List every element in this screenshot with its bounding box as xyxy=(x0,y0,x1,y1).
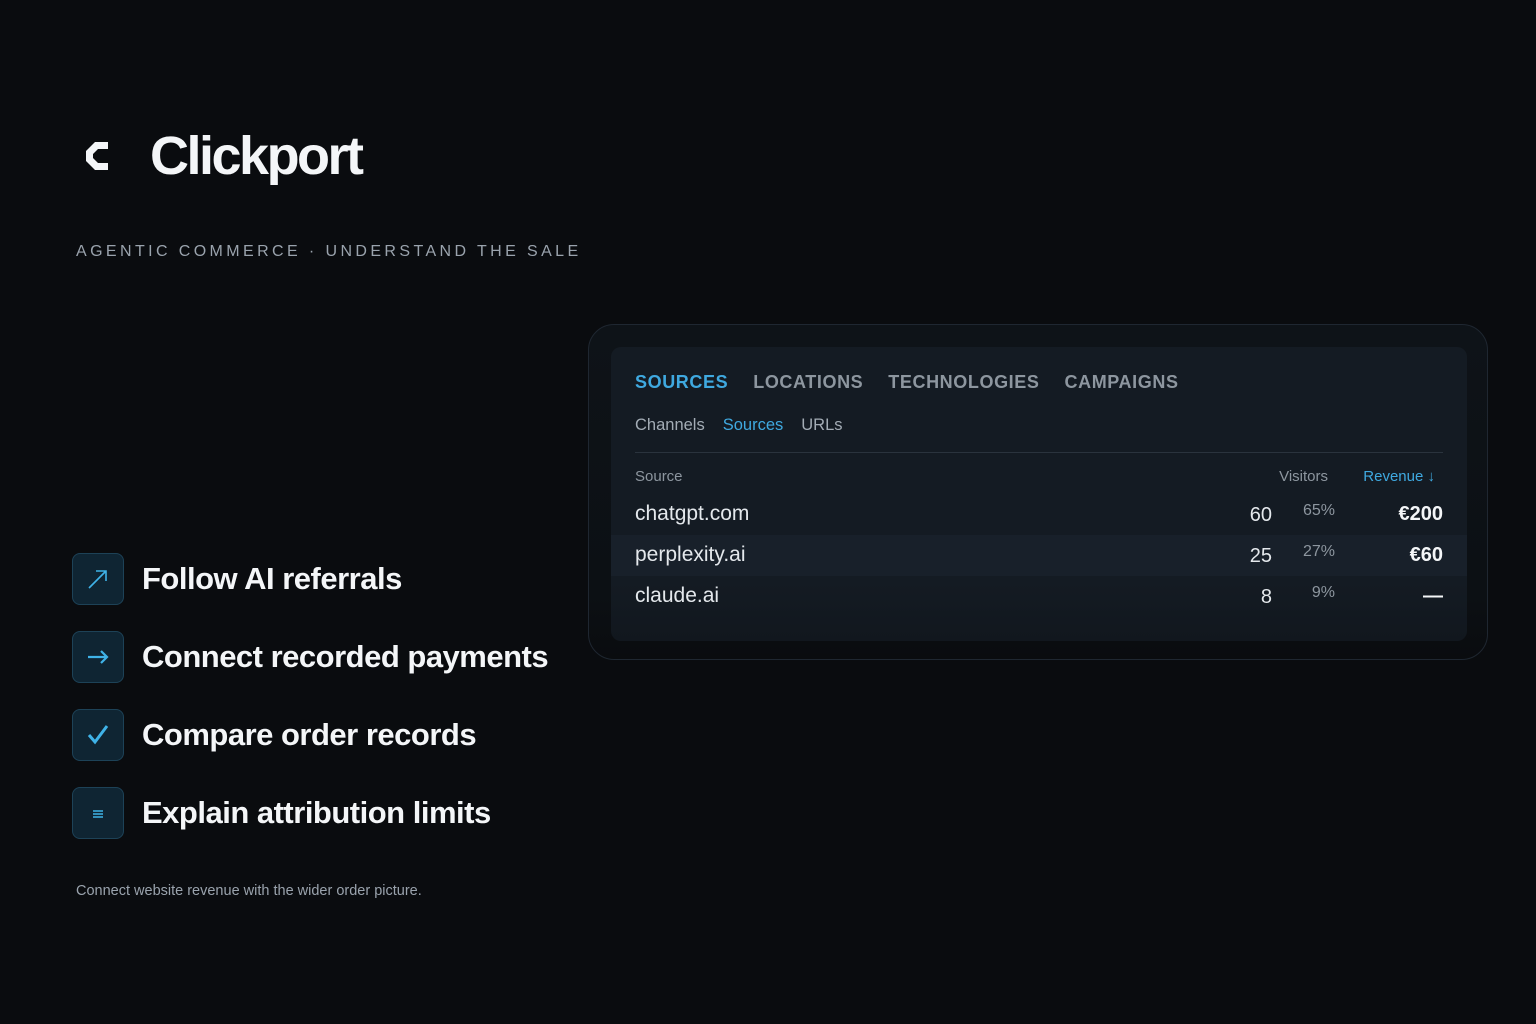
divider xyxy=(635,452,1443,453)
feature-list: Follow AI referrals Connect recorded pay… xyxy=(72,553,549,865)
cell-revenue: — xyxy=(1423,585,1443,607)
tagline: AGENTIC COMMERCE · UNDERSTAND THE SALE xyxy=(76,243,582,260)
cell-source: perplexity.ai xyxy=(635,543,746,566)
feature-label: Compare order records xyxy=(142,717,477,752)
cell-source: chatgpt.com xyxy=(635,502,750,525)
check-icon xyxy=(72,709,124,761)
analytics-panel: SOURCES LOCATIONS TECHNOLOGIES CAMPAIGNS… xyxy=(611,347,1467,641)
cell-revenue: €200 xyxy=(1398,503,1444,525)
tab-technologies[interactable]: TECHNOLOGIES xyxy=(888,372,1039,393)
tab-locations[interactable]: LOCATIONS xyxy=(753,372,863,393)
table-header: Source Visitors Revenue ↓ xyxy=(635,468,1443,490)
feature-item: Explain attribution limits xyxy=(72,787,548,839)
cell-percentage: 65% xyxy=(1302,502,1335,519)
cell-revenue: €60 xyxy=(1409,544,1443,566)
subtab-sources[interactable]: Sources xyxy=(723,416,784,435)
tab-campaigns[interactable]: CAMPAIGNS xyxy=(1065,372,1179,393)
column-header-source: Source xyxy=(635,468,683,485)
clickport-logo-icon xyxy=(86,142,108,170)
column-header-visitors[interactable]: Visitors xyxy=(1279,468,1328,485)
brand: Clickport xyxy=(78,126,364,186)
table-row[interactable]: claude.ai 8 9% — xyxy=(611,576,1467,617)
cell-visitors: 8 xyxy=(1260,586,1272,608)
page: Clickport AGENTIC COMMERCE · UNDERSTAND … xyxy=(0,0,1536,1024)
analytics-panel-frame: SOURCES LOCATIONS TECHNOLOGIES CAMPAIGNS… xyxy=(588,324,1488,660)
column-header-revenue[interactable]: Revenue ↓ xyxy=(1363,468,1435,485)
list-icon xyxy=(72,787,124,839)
arrow-up-right-icon xyxy=(72,553,124,605)
subtab-bar: Channels Sources URLs xyxy=(635,416,861,435)
cell-visitors: 60 xyxy=(1249,504,1272,526)
subtab-urls[interactable]: URLs xyxy=(801,416,842,435)
cell-source: claude.ai xyxy=(635,584,720,607)
table-body: chatgpt.com 60 65% €200 perplexity.ai 25… xyxy=(611,494,1467,617)
cell-visitors: 25 xyxy=(1249,545,1272,567)
feature-item: Connect recorded payments xyxy=(72,631,549,683)
table-row[interactable]: perplexity.ai 25 27% €60 xyxy=(611,535,1467,576)
feature-item: Compare order records xyxy=(72,709,548,761)
cell-percentage: 27% xyxy=(1302,543,1335,560)
tab-sources[interactable]: SOURCES xyxy=(635,372,728,393)
table-row[interactable]: chatgpt.com 60 65% €200 xyxy=(611,494,1467,535)
footnote: Connect website revenue with the wider o… xyxy=(76,883,422,899)
feature-label: Follow AI referrals xyxy=(142,561,402,596)
tab-bar: SOURCES LOCATIONS TECHNOLOGIES CAMPAIGNS xyxy=(635,372,1204,393)
feature-label: Connect recorded payments xyxy=(142,639,549,674)
arrow-right-icon xyxy=(72,631,124,683)
subtab-channels[interactable]: Channels xyxy=(635,416,705,435)
cell-percentage: 9% xyxy=(1311,584,1335,601)
feature-item: Follow AI referrals xyxy=(72,553,548,605)
brand-name: Clickport xyxy=(150,126,364,186)
feature-label: Explain attribution limits xyxy=(142,795,491,830)
